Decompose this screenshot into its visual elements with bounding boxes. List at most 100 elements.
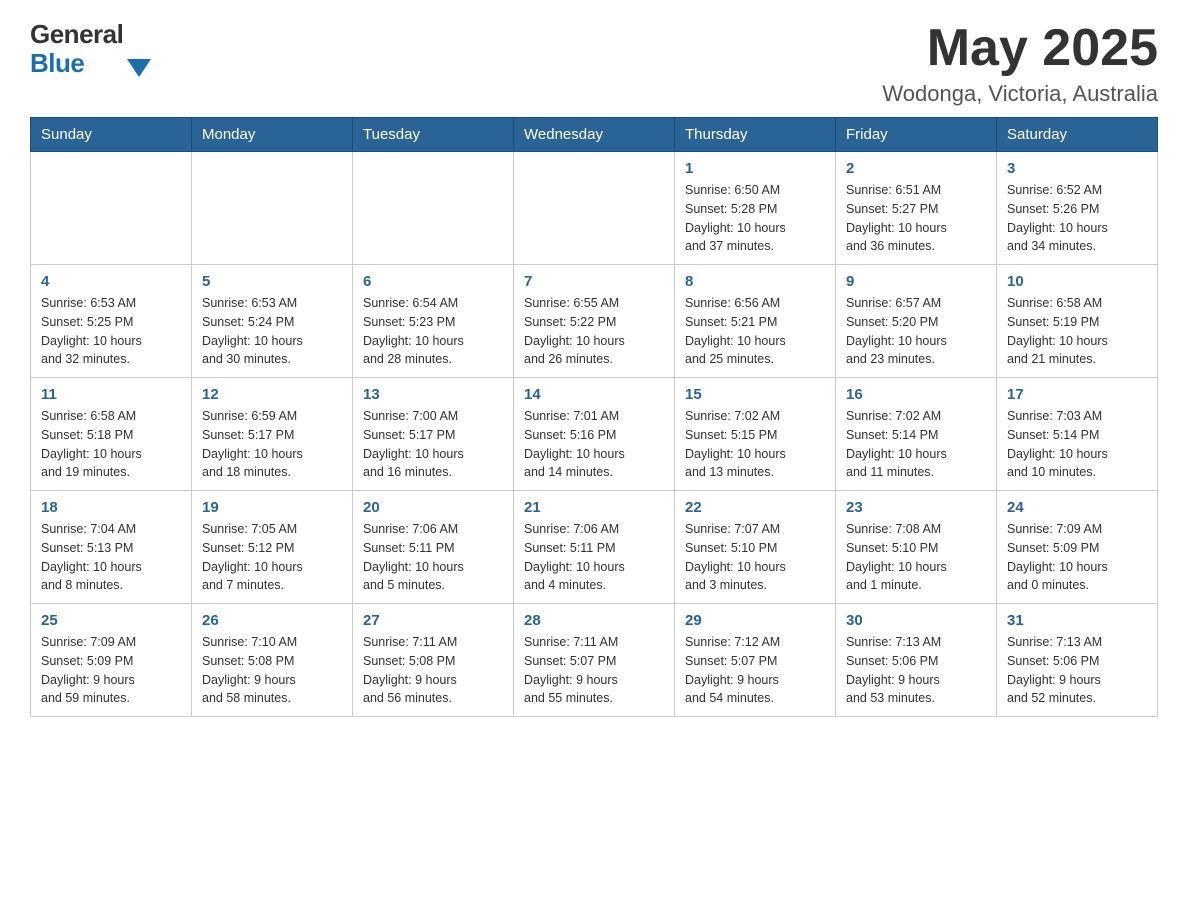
weekday-header-sunday: Sunday xyxy=(31,118,192,152)
day-info: Sunrise: 7:04 AM Sunset: 5:13 PM Dayligh… xyxy=(41,520,181,595)
weekday-header-saturday: Saturday xyxy=(997,118,1158,152)
day-number: 7 xyxy=(524,273,664,290)
day-info: Sunrise: 7:10 AM Sunset: 5:08 PM Dayligh… xyxy=(202,633,342,708)
day-info: Sunrise: 6:55 AM Sunset: 5:22 PM Dayligh… xyxy=(524,294,664,369)
day-number: 31 xyxy=(1007,612,1147,629)
day-number: 23 xyxy=(846,499,986,516)
day-number: 10 xyxy=(1007,273,1147,290)
calendar-cell: 23Sunrise: 7:08 AM Sunset: 5:10 PM Dayli… xyxy=(836,491,997,604)
day-number: 30 xyxy=(846,612,986,629)
calendar-cell xyxy=(514,152,675,265)
calendar-cell: 13 Sunrise: 7:00 AM Sunset: 5:17 PM Dayli… xyxy=(353,378,514,491)
day-info: Sunrise: 6:54 AM Sunset: 5:23 PM Dayligh… xyxy=(363,294,503,369)
day-info: Sunrise: 6:51 AM Sunset: 5:27 PM Dayligh… xyxy=(846,181,986,256)
calendar-cell: 7 Sunrise: 6:55 AM Sunset: 5:22 PM Daylig… xyxy=(514,265,675,378)
day-info: Sunrise: 7:13 AM Sunset: 5:06 PM Dayligh… xyxy=(1007,633,1147,708)
day-number: 27 xyxy=(363,612,503,629)
month-year-title: May 2025 xyxy=(882,20,1158,77)
calendar-cell: 6Sunrise: 6:54 AM Sunset: 5:23 PM Daylig… xyxy=(353,265,514,378)
day-number: 29 xyxy=(685,612,825,629)
calendar-cell: 17 Sunrise: 7:03 AM Sunset: 5:14 PM Dayli… xyxy=(997,378,1158,491)
calendar-cell: 10Sunrise: 6:58 AM Sunset: 5:19 PM Dayli… xyxy=(997,265,1158,378)
logo-triangle-icon xyxy=(127,59,151,77)
day-number: 28 xyxy=(524,612,664,629)
weekday-header-row: SundayMondayTuesdayWednesdayThursdayFrid… xyxy=(31,118,1158,152)
logo: General Blue xyxy=(30,20,151,77)
day-info: Sunrise: 6:57 AM Sunset: 5:20 PM Dayligh… xyxy=(846,294,986,369)
calendar-cell: 2 Sunrise: 6:51 AM Sunset: 5:27 PM Daylig… xyxy=(836,152,997,265)
day-number: 19 xyxy=(202,499,342,516)
day-number: 25 xyxy=(41,612,181,629)
calendar-cell: 3 Sunrise: 6:52 AM Sunset: 5:26 PM Daylig… xyxy=(997,152,1158,265)
calendar-cell: 21Sunrise: 7:06 AM Sunset: 5:11 PM Dayli… xyxy=(514,491,675,604)
calendar-cell: 24 Sunrise: 7:09 AM Sunset: 5:09 PM Dayli… xyxy=(997,491,1158,604)
day-info: Sunrise: 7:13 AM Sunset: 5:06 PM Dayligh… xyxy=(846,633,986,708)
day-info: Sunrise: 7:09 AM Sunset: 5:09 PM Dayligh… xyxy=(1007,520,1147,595)
week-row-2: 4 Sunrise: 6:53 AM Sunset: 5:25 PM Daylig… xyxy=(31,265,1158,378)
calendar-cell: 8Sunrise: 6:56 AM Sunset: 5:21 PM Daylig… xyxy=(675,265,836,378)
calendar-cell: 28Sunrise: 7:11 AM Sunset: 5:07 PM Dayli… xyxy=(514,604,675,717)
day-info: Sunrise: 7:07 AM Sunset: 5:10 PM Dayligh… xyxy=(685,520,825,595)
day-number: 17 xyxy=(1007,386,1147,403)
day-number: 24 xyxy=(1007,499,1147,516)
weekday-header-thursday: Thursday xyxy=(675,118,836,152)
week-row-1: 1 Sunrise: 6:50 AM Sunset: 5:28 PM Daylig… xyxy=(31,152,1158,265)
calendar-cell: 4 Sunrise: 6:53 AM Sunset: 5:25 PM Daylig… xyxy=(31,265,192,378)
week-row-5: 25 Sunrise: 7:09 AM Sunset: 5:09 PM Dayli… xyxy=(31,604,1158,717)
logo-blue-text: Blue xyxy=(30,49,123,78)
day-info: Sunrise: 7:02 AM Sunset: 5:15 PM Dayligh… xyxy=(685,407,825,482)
calendar-cell: 11 Sunrise: 6:58 AM Sunset: 5:18 PM Dayli… xyxy=(31,378,192,491)
day-number: 14 xyxy=(524,386,664,403)
day-info: Sunrise: 7:09 AM Sunset: 5:09 PM Dayligh… xyxy=(41,633,181,708)
calendar-cell: 19 Sunrise: 7:05 AM Sunset: 5:12 PM Dayli… xyxy=(192,491,353,604)
day-number: 26 xyxy=(202,612,342,629)
day-info: Sunrise: 6:58 AM Sunset: 5:18 PM Dayligh… xyxy=(41,407,181,482)
calendar-cell xyxy=(353,152,514,265)
calendar-cell: 22 Sunrise: 7:07 AM Sunset: 5:10 PM Dayli… xyxy=(675,491,836,604)
calendar-cell: 16 Sunrise: 7:02 AM Sunset: 5:14 PM Dayli… xyxy=(836,378,997,491)
calendar-cell: 9Sunrise: 6:57 AM Sunset: 5:20 PM Daylig… xyxy=(836,265,997,378)
day-info: Sunrise: 6:53 AM Sunset: 5:25 PM Dayligh… xyxy=(41,294,181,369)
day-info: Sunrise: 7:06 AM Sunset: 5:11 PM Dayligh… xyxy=(363,520,503,595)
day-info: Sunrise: 7:12 AM Sunset: 5:07 PM Dayligh… xyxy=(685,633,825,708)
day-number: 11 xyxy=(41,386,181,403)
calendar-cell: 26 Sunrise: 7:10 AM Sunset: 5:08 PM Dayli… xyxy=(192,604,353,717)
day-info: Sunrise: 7:02 AM Sunset: 5:14 PM Dayligh… xyxy=(846,407,986,482)
calendar-cell: 20 Sunrise: 7:06 AM Sunset: 5:11 PM Dayli… xyxy=(353,491,514,604)
day-info: Sunrise: 6:50 AM Sunset: 5:28 PM Dayligh… xyxy=(685,181,825,256)
location-text: Wodonga, Victoria, Australia xyxy=(882,81,1158,107)
day-info: Sunrise: 7:11 AM Sunset: 5:08 PM Dayligh… xyxy=(363,633,503,708)
day-info: Sunrise: 7:05 AM Sunset: 5:12 PM Dayligh… xyxy=(202,520,342,595)
day-number: 1 xyxy=(685,160,825,177)
day-info: Sunrise: 7:06 AM Sunset: 5:11 PM Dayligh… xyxy=(524,520,664,595)
calendar-cell: 18 Sunrise: 7:04 AM Sunset: 5:13 PM Dayli… xyxy=(31,491,192,604)
day-number: 16 xyxy=(846,386,986,403)
day-number: 5 xyxy=(202,273,342,290)
day-number: 2 xyxy=(846,160,986,177)
weekday-header-monday: Monday xyxy=(192,118,353,152)
day-number: 18 xyxy=(41,499,181,516)
day-number: 4 xyxy=(41,273,181,290)
page-header: General Blue May 2025 Wodonga, Victoria,… xyxy=(30,20,1158,107)
calendar-cell: 14 Sunrise: 7:01 AM Sunset: 5:16 PM Dayli… xyxy=(514,378,675,491)
day-info: Sunrise: 7:01 AM Sunset: 5:16 PM Dayligh… xyxy=(524,407,664,482)
day-info: Sunrise: 6:59 AM Sunset: 5:17 PM Dayligh… xyxy=(202,407,342,482)
day-number: 20 xyxy=(363,499,503,516)
day-info: Sunrise: 7:00 AM Sunset: 5:17 PM Dayligh… xyxy=(363,407,503,482)
week-row-3: 11 Sunrise: 6:58 AM Sunset: 5:18 PM Dayli… xyxy=(31,378,1158,491)
calendar-cell: 30 Sunrise: 7:13 AM Sunset: 5:06 PM Dayli… xyxy=(836,604,997,717)
calendar-cell: 1 Sunrise: 6:50 AM Sunset: 5:28 PM Daylig… xyxy=(675,152,836,265)
day-number: 13 xyxy=(363,386,503,403)
calendar-cell: 31 Sunrise: 7:13 AM Sunset: 5:06 PM Dayli… xyxy=(997,604,1158,717)
day-number: 22 xyxy=(685,499,825,516)
day-number: 3 xyxy=(1007,160,1147,177)
calendar-cell: 25 Sunrise: 7:09 AM Sunset: 5:09 PM Dayli… xyxy=(31,604,192,717)
day-info: Sunrise: 6:53 AM Sunset: 5:24 PM Dayligh… xyxy=(202,294,342,369)
calendar-cell xyxy=(192,152,353,265)
title-section: May 2025 Wodonga, Victoria, Australia xyxy=(882,20,1158,107)
weekday-header-friday: Friday xyxy=(836,118,997,152)
calendar-cell: 29 Sunrise: 7:12 AM Sunset: 5:07 PM Dayli… xyxy=(675,604,836,717)
day-info: Sunrise: 6:52 AM Sunset: 5:26 PM Dayligh… xyxy=(1007,181,1147,256)
day-info: Sunrise: 7:03 AM Sunset: 5:14 PM Dayligh… xyxy=(1007,407,1147,482)
day-number: 15 xyxy=(685,386,825,403)
